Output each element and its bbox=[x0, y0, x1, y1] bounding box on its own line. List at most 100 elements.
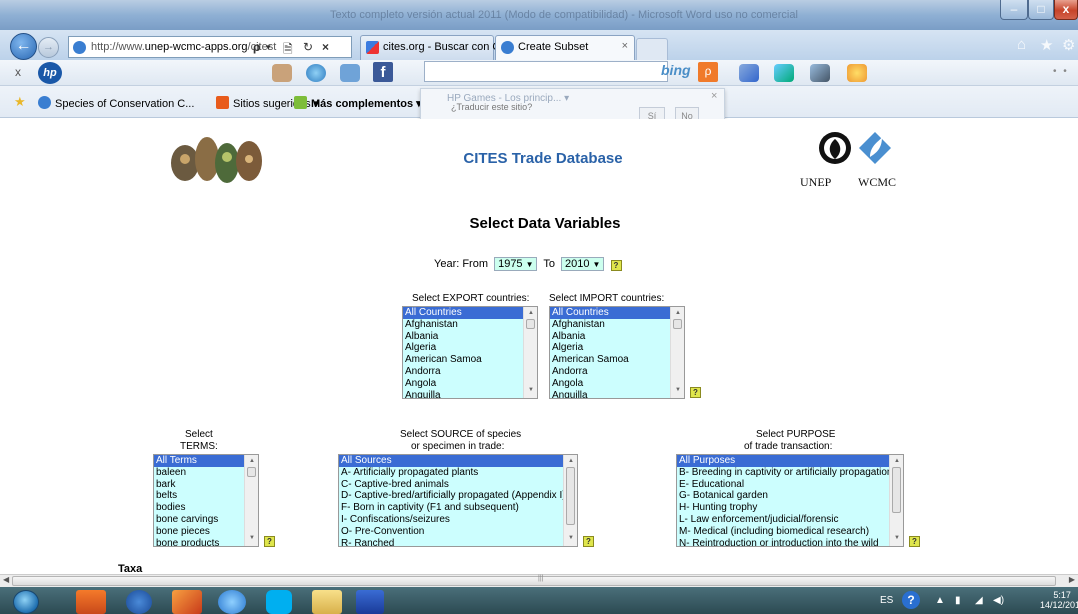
list-item[interactable]: Algeria bbox=[403, 342, 537, 354]
list-item[interactable]: N- Reintroduction or introduction into t… bbox=[677, 538, 903, 546]
list-item[interactable]: R- Ranched bbox=[339, 538, 577, 546]
list-item[interactable]: Afghanistan bbox=[403, 319, 537, 331]
list-item[interactable]: Albania bbox=[550, 331, 684, 343]
list-item[interactable]: Algeria bbox=[550, 342, 684, 354]
signal-icon[interactable]: ◢ bbox=[975, 595, 983, 606]
list-item[interactable]: baleen bbox=[154, 467, 258, 479]
list-item[interactable]: All Terms bbox=[154, 455, 258, 467]
purpose-listbox[interactable]: All Purposes B- Breeding in captivity or… bbox=[676, 454, 904, 547]
scroll-right-icon[interactable]: ▶ bbox=[1069, 575, 1075, 584]
list-item[interactable]: G- Botanical garden bbox=[677, 490, 903, 502]
forward-button[interactable]: → bbox=[38, 37, 59, 58]
toolbar-app-icon[interactable] bbox=[774, 64, 794, 82]
list-item[interactable]: C- Captive-bred animals bbox=[339, 479, 577, 491]
purpose-help-icon[interactable]: ? bbox=[909, 536, 920, 547]
taskbar-internet-explorer-icon[interactable] bbox=[218, 590, 246, 614]
toolbar-app-icon[interactable] bbox=[847, 64, 867, 82]
taskbar-app-icon[interactable] bbox=[76, 590, 106, 614]
taskbar-skype-icon[interactable] bbox=[266, 590, 292, 614]
list-item[interactable]: Albania bbox=[403, 331, 537, 343]
scrollbar-thumb[interactable] bbox=[12, 576, 1056, 586]
list-item[interactable]: Anguilla bbox=[550, 390, 684, 398]
source-help-icon[interactable]: ? bbox=[583, 536, 594, 547]
list-item[interactable]: bark bbox=[154, 479, 258, 491]
refresh-icon[interactable]: ↻ bbox=[303, 40, 313, 54]
close-window-button[interactable]: x bbox=[1054, 0, 1078, 20]
favorites-star-icon[interactable]: ★ bbox=[1040, 36, 1053, 54]
favorite-more-addons[interactable]: Más complementos ▾ bbox=[294, 96, 422, 110]
taskbar-hp-icon[interactable] bbox=[126, 590, 152, 614]
address-dropdown-icon[interactable]: ▾ bbox=[266, 42, 271, 53]
list-item[interactable]: H- Hunting trophy bbox=[677, 502, 903, 514]
list-item[interactable]: Angola bbox=[403, 378, 537, 390]
list-item[interactable]: D- Captive-bred/artificially propagated … bbox=[339, 490, 577, 502]
scrollbar[interactable]: ▲ ▼ bbox=[523, 307, 537, 398]
list-item[interactable]: All Purposes bbox=[677, 455, 903, 467]
scrollbar[interactable]: ▲ ▼ bbox=[244, 455, 258, 546]
compatibility-view-icon[interactable]: 🗎 bbox=[283, 40, 293, 61]
search-icon[interactable]: ρ bbox=[253, 40, 260, 54]
back-button[interactable]: ← bbox=[10, 33, 37, 60]
list-item[interactable]: M- Medical (including biomedical researc… bbox=[677, 526, 903, 538]
list-item[interactable]: Angola bbox=[550, 378, 684, 390]
network-icon[interactable]: ▮ bbox=[955, 595, 961, 606]
toolbar-app-icon[interactable] bbox=[739, 64, 759, 82]
tab-cites-search[interactable]: cites.org - Buscar con G... bbox=[360, 35, 510, 60]
list-item[interactable]: All Sources bbox=[339, 455, 577, 467]
start-button[interactable] bbox=[13, 590, 39, 614]
tray-expand-icon[interactable]: ▲ bbox=[935, 595, 945, 606]
list-item[interactable]: belts bbox=[154, 490, 258, 502]
stop-icon[interactable]: × bbox=[322, 40, 329, 54]
bing-search-button[interactable]: ρ bbox=[698, 62, 718, 82]
help-icon[interactable]: ? bbox=[902, 591, 920, 609]
list-item[interactable]: bone products bbox=[154, 538, 258, 546]
list-item[interactable]: All Countries bbox=[403, 307, 537, 319]
list-item[interactable]: bone pieces bbox=[154, 526, 258, 538]
tools-gear-icon[interactable]: ⚙ bbox=[1062, 36, 1075, 54]
list-item[interactable]: All Countries bbox=[550, 307, 684, 319]
list-item[interactable]: L- Law enforcement/judicial/forensic bbox=[677, 514, 903, 526]
tab-close-icon[interactable]: × bbox=[622, 40, 628, 52]
import-help-icon[interactable]: ? bbox=[690, 387, 701, 398]
year-help-icon[interactable]: ? bbox=[610, 260, 622, 271]
minimize-button[interactable]: – bbox=[1000, 0, 1028, 20]
maximize-button[interactable]: □ bbox=[1028, 0, 1054, 20]
new-tab-button[interactable] bbox=[636, 38, 668, 60]
address-bar[interactable]: http://www.unep-wcmc-apps.org/citest ρ ▾… bbox=[68, 36, 352, 58]
hp-logo-icon[interactable]: hp bbox=[38, 62, 62, 84]
page-horizontal-scrollbar[interactable]: ◀ ||| ▶ bbox=[0, 574, 1078, 587]
toolbar-app-icon[interactable] bbox=[272, 64, 292, 82]
import-countries-listbox[interactable]: All Countries Afghanistan Albania Algeri… bbox=[549, 306, 685, 399]
year-to-select[interactable]: 2010 ▼ bbox=[561, 257, 605, 271]
list-item[interactable]: I- Confiscations/seizures bbox=[339, 514, 577, 526]
volume-icon[interactable]: ◀) bbox=[993, 595, 1004, 606]
favorite-species[interactable]: Species of Conservation C... bbox=[38, 96, 194, 110]
scrollbar[interactable]: ▲ ▼ bbox=[889, 455, 903, 546]
scrollbar[interactable]: ▲ ▼ bbox=[563, 455, 577, 546]
taskbar-folder-icon[interactable] bbox=[312, 590, 342, 614]
list-item[interactable]: bodies bbox=[154, 502, 258, 514]
list-item[interactable]: E- Educational bbox=[677, 479, 903, 491]
mail-icon[interactable] bbox=[340, 64, 360, 82]
list-item[interactable]: Anguilla bbox=[403, 390, 537, 398]
toolbar-more-icon[interactable]: • • bbox=[1053, 66, 1069, 77]
list-item[interactable]: American Samoa bbox=[403, 354, 537, 366]
tab-create-subset[interactable]: Create Subset × bbox=[495, 35, 635, 60]
terms-listbox[interactable]: All Terms baleen bark belts bodies bone … bbox=[153, 454, 259, 547]
scroll-left-icon[interactable]: ◀ bbox=[3, 575, 9, 584]
list-item[interactable]: Andorra bbox=[550, 366, 684, 378]
facebook-icon[interactable]: f bbox=[373, 62, 393, 82]
list-item[interactable]: American Samoa bbox=[550, 354, 684, 366]
system-clock[interactable]: 5:17 14/12/2011 bbox=[1040, 590, 1078, 610]
list-item[interactable]: F- Born in captivity (F1 and subsequent) bbox=[339, 502, 577, 514]
list-item[interactable]: Andorra bbox=[403, 366, 537, 378]
favorites-star-icon[interactable]: ★ bbox=[14, 94, 26, 110]
toolbar-close-icon[interactable]: x bbox=[15, 65, 21, 79]
toolbar-app-icon[interactable] bbox=[810, 64, 830, 82]
toolbar-app-icon[interactable] bbox=[306, 64, 326, 82]
list-item[interactable]: A- Artificially propagated plants bbox=[339, 467, 577, 479]
taskbar-app-icon[interactable] bbox=[172, 590, 202, 614]
translate-close-icon[interactable]: × bbox=[711, 90, 717, 102]
taskbar-word-icon[interactable] bbox=[356, 590, 384, 614]
home-icon[interactable]: ⌂ bbox=[1017, 36, 1026, 53]
